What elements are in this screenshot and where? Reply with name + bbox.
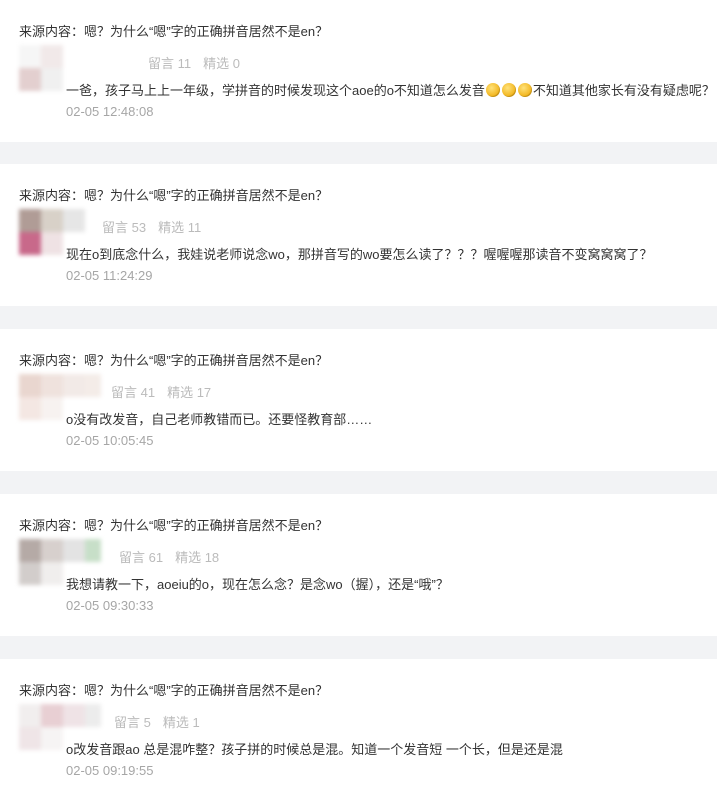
avatar-pixel	[63, 45, 85, 68]
avatar-pixel	[19, 209, 41, 232]
source-content-title[interactable]: 来源内容：嗯？为什么“嗯”字的正确拼音居然不是en？	[19, 185, 328, 204]
comment-count: 留言 5	[114, 715, 151, 730]
comment-timestamp: 02-05 09:30:33	[66, 598, 154, 613]
featured-count: 精选 17	[167, 385, 212, 400]
facepalm-emoji-icon	[517, 83, 532, 97]
comment-card: 来源内容：嗯？为什么“嗯”字的正确拼音居然不是en？ 留言 61 精选 18 我想…	[0, 494, 717, 636]
comment-card: 来源内容：嗯？为什么“嗯”字的正确拼音居然不是en？ 留言 53 精选 11 现在…	[0, 164, 717, 306]
featured-count: 精选 18	[175, 550, 220, 565]
avatar-pixel	[63, 374, 85, 397]
avatar-pixel	[41, 397, 63, 420]
comment-timestamp: 02-05 10:05:45	[66, 433, 154, 448]
avatar-pixel	[85, 45, 101, 68]
comment-text-part: 我想请教一下，aoeiu的o，现在怎么念？是念wo（握），还是“哦”？	[66, 577, 449, 592]
avatar-pixel	[19, 562, 41, 585]
facepalm-emoji-icon	[485, 83, 500, 97]
comment-timestamp: 02-05 09:19:55	[66, 763, 154, 778]
comment-text-part: o没有改发音，自己老师教错而已。还要怪教育部……	[66, 412, 373, 427]
avatar-pixel	[85, 209, 101, 232]
avatar-pixel	[41, 374, 63, 397]
avatar-pixel	[41, 727, 63, 750]
avatar-pixel	[19, 68, 41, 91]
featured-count: 精选 11	[158, 220, 202, 235]
comment-text: 一爸，孩子马上上一年级，学拼音的时候发现这个aoe的o不知道怎么发音 不知道其他家…	[66, 80, 715, 99]
avatar-pixel	[63, 704, 85, 727]
comment-text-part: o改发音跟ao 总是混咋整？孩子拼的时候总是混。知道一个发音短 一个长，但是还是…	[66, 742, 563, 757]
avatar-pixel	[41, 539, 63, 562]
comment-card: 来源内容：嗯？为什么“嗯”字的正确拼音居然不是en？ 留言 11 精选 0 一爸，…	[0, 0, 717, 142]
comment-count: 留言 61	[119, 550, 164, 565]
avatar-pixel	[41, 562, 63, 585]
avatar-pixel	[41, 704, 63, 727]
avatar-pixel	[19, 539, 41, 562]
comment-text-part: 不知道其他家长有没有疑虑呢？	[532, 83, 715, 98]
comment-count: 留言 53	[102, 220, 147, 235]
comment-stats: 留言 41 精选 17	[111, 382, 211, 401]
source-content-title[interactable]: 来源内容：嗯？为什么“嗯”字的正确拼音居然不是en？	[19, 515, 328, 534]
avatar-pixel	[19, 374, 41, 397]
comment-count: 留言 41	[111, 385, 156, 400]
avatar-pixel	[19, 397, 41, 420]
avatar-pixel	[19, 727, 41, 750]
source-content-title[interactable]: 来源内容：嗯？为什么“嗯”字的正确拼音居然不是en？	[19, 21, 328, 40]
comment-card: 来源内容：嗯？为什么“嗯”字的正确拼音居然不是en？ 留言 41 精选 17 o没…	[0, 329, 717, 471]
source-content-title[interactable]: 来源内容：嗯？为什么“嗯”字的正确拼音居然不是en？	[19, 680, 328, 699]
comment-card: 来源内容：嗯？为什么“嗯”字的正确拼音居然不是en？ 留言 5 精选 1 o改发音…	[0, 659, 717, 785]
source-content-title[interactable]: 来源内容：嗯？为什么“嗯”字的正确拼音居然不是en？	[19, 350, 328, 369]
comment-timestamp: 02-05 11:24:29	[66, 268, 153, 283]
comment-stats: 留言 53 精选 11	[102, 217, 201, 236]
avatar-pixel	[19, 232, 41, 255]
comment-text-part: 现在o到底念什么，我娃说老师说念wo，那拼音写的wo要怎么读了？？？喔喔喔那读音…	[66, 247, 653, 262]
comment-text: o没有改发音，自己老师教错而已。还要怪教育部……	[66, 409, 372, 428]
comment-stats: 留言 5 精选 1	[114, 712, 200, 731]
avatar-pixel	[19, 45, 41, 68]
featured-count: 精选 1	[162, 715, 200, 730]
comment-text: o改发音跟ao 总是混咋整？孩子拼的时候总是混。知道一个发音短 一个长，但是还是…	[66, 739, 563, 758]
comment-text: 现在o到底念什么，我娃说老师说念wo，那拼音写的wo要怎么读了？？？喔喔喔那读音…	[66, 244, 652, 263]
avatar-pixel	[41, 232, 63, 255]
avatar-pixel	[63, 209, 85, 232]
avatar-pixel	[41, 209, 63, 232]
avatar-pixel	[85, 539, 101, 562]
avatar-pixel	[85, 704, 101, 727]
comment-count: 留言 11	[148, 56, 192, 71]
comment-stats: 留言 61 精选 18	[119, 547, 219, 566]
avatar-pixel	[41, 68, 63, 91]
featured-count: 精选 0	[203, 56, 240, 71]
comment-timestamp: 02-05 12:48:08	[66, 104, 154, 119]
comment-text: 我想请教一下，aoeiu的o，现在怎么念？是念wo（握），还是“哦”？	[66, 574, 449, 593]
comment-stats: 留言 11 精选 0	[148, 53, 240, 72]
avatar-pixel	[19, 704, 41, 727]
avatar-pixel	[41, 45, 63, 68]
avatar-pixel	[85, 374, 101, 397]
avatar-pixel	[63, 539, 85, 562]
comment-text-part: 一爸，孩子马上上一年级，学拼音的时候发现这个aoe的o不知道怎么发音	[66, 83, 485, 98]
facepalm-emoji-icon	[501, 83, 516, 97]
